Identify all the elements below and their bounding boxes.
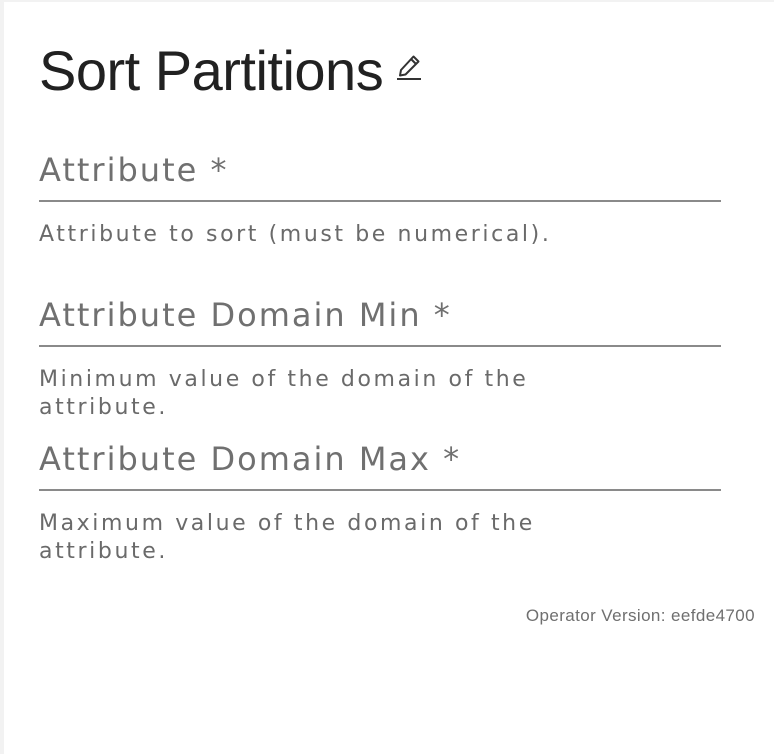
title-row: Sort Partitions — [39, 38, 423, 104]
operator-version-text: Operator Version: eefde4700 — [525, 606, 755, 625]
pencil-edit-icon[interactable] — [395, 52, 423, 80]
attribute-domain-min-field[interactable]: Attribute Domain Min * Minimum value of … — [39, 295, 721, 420]
attribute-domain-max-input[interactable] — [39, 439, 721, 491]
attribute-domain-min-help-text: Minimum value of the domain of the attri… — [39, 367, 529, 420]
attribute-help-text: Attribute to sort (must be numerical). — [39, 222, 552, 247]
attribute-input[interactable] — [39, 150, 721, 202]
attribute-domain-min-input[interactable] — [39, 295, 721, 347]
attribute-domain-max-help-text: Maximum value of the domain of the attri… — [39, 511, 535, 564]
attribute-field[interactable]: Attribute * Attribute to sort (must be n… — [39, 150, 721, 247]
attribute-domain-max-field[interactable]: Attribute Domain Max * Maximum value of … — [39, 439, 721, 564]
page-title: Sort Partitions — [39, 39, 384, 102]
operator-panel: Sort Partitions Attribute * Attribute to… — [4, 2, 774, 754]
